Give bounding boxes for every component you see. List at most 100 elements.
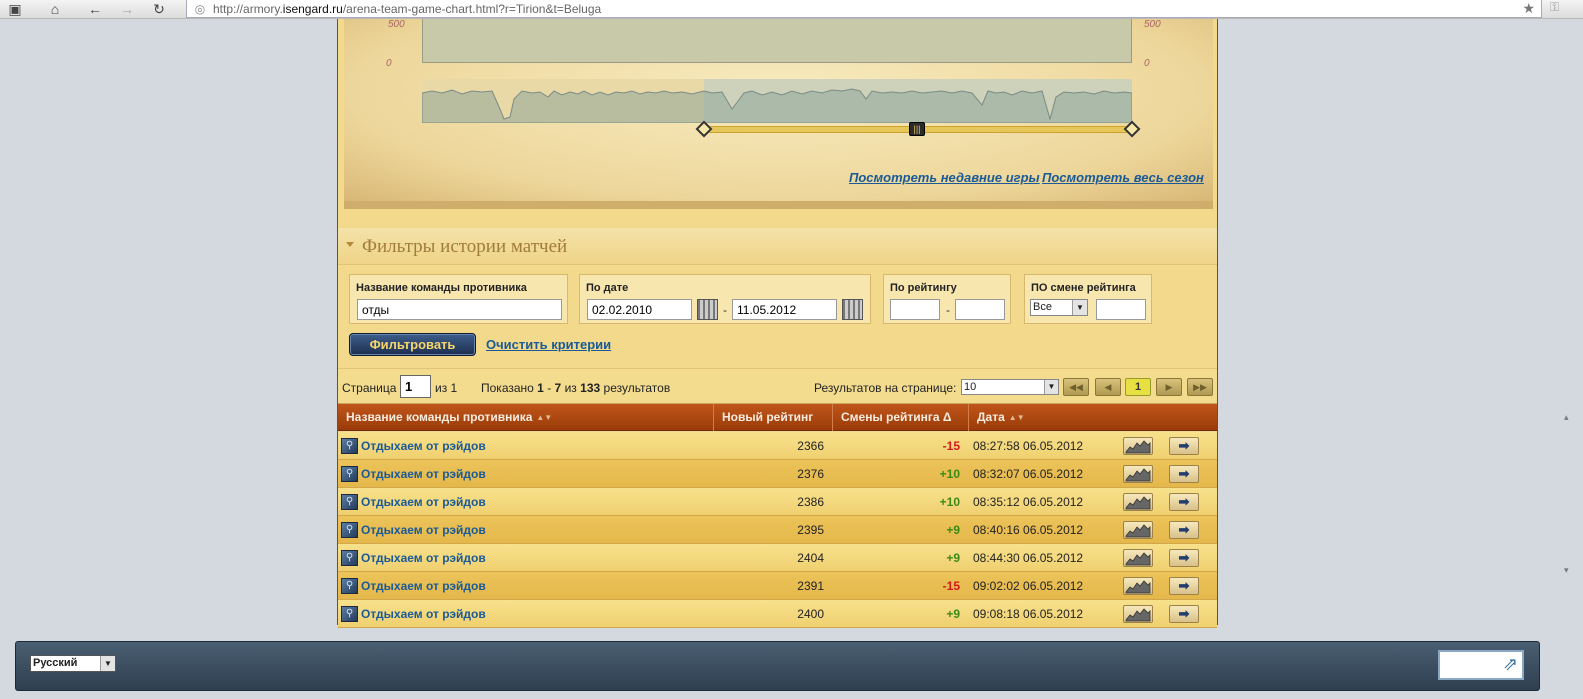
rating-filter-label: По рейтингу	[890, 282, 957, 294]
back-arrow-icon[interactable]: ←	[82, 0, 108, 18]
footer-expand-button[interactable]: ⇗	[1438, 650, 1524, 680]
page-number-input[interactable]	[400, 375, 431, 398]
range-slider-grip-icon[interactable]: |||	[909, 122, 925, 136]
arrow-right-icon[interactable]: ➡	[1169, 493, 1199, 511]
star-icon[interactable]: ★	[1522, 0, 1535, 17]
scroll-up-icon[interactable]: ▴	[1564, 412, 1569, 423]
calendar-from-icon[interactable]	[697, 299, 718, 320]
current-page-button[interactable]: 1	[1125, 378, 1151, 396]
y-tick-top-left: 500	[388, 19, 405, 30]
team-search-icon[interactable]: ⚲	[341, 466, 358, 482]
range-slider-right-handle[interactable]	[1123, 120, 1141, 138]
prev-page-button[interactable]: ◀	[1095, 378, 1121, 396]
forward-arrow-icon[interactable]: →	[114, 0, 140, 18]
key-icon: ⚿	[1550, 0, 1560, 14]
match-date-value: 08:35:12 06.05.2012	[973, 495, 1084, 509]
rating-change-select[interactable]: Все ▼	[1030, 299, 1088, 316]
rating-to-input[interactable]	[955, 299, 1005, 320]
page-label: Страница	[342, 381, 397, 395]
arrow-right-icon[interactable]: ➡	[1169, 577, 1199, 595]
home-icon[interactable]: ⌂	[42, 0, 68, 18]
chevron-down-icon: ▼	[100, 656, 115, 671]
page-of-label: из 1	[435, 381, 458, 395]
scroll-down-icon[interactable]: ▾	[1564, 565, 1569, 576]
sidebar-toggle-icon[interactable]: ▣	[2, 0, 28, 18]
globe-icon: ◎	[194, 1, 206, 16]
y-tick-top-right: 500	[1144, 19, 1161, 30]
team-search-icon[interactable]: ⚲	[341, 522, 358, 538]
column-header-new-rating[interactable]: Новый рейтинг▲▼	[714, 404, 833, 448]
opponent-team-link[interactable]: Отдыхаем от рэйдов	[361, 495, 486, 509]
rating-from-input[interactable]	[890, 299, 940, 320]
opponent-team-link[interactable]: Отдыхаем от рэйдов	[361, 523, 486, 537]
chart-icon[interactable]	[1123, 549, 1153, 567]
filters-title: Фильтры истории матчей	[362, 236, 568, 257]
rating-change-value: +10	[939, 495, 960, 509]
team-search-icon[interactable]: ⚲	[341, 606, 358, 622]
reload-icon[interactable]: ↻	[146, 0, 172, 18]
arrow-right-icon[interactable]: ➡	[1169, 605, 1199, 623]
team-search-icon[interactable]: ⚲	[341, 438, 358, 454]
chart-icon[interactable]	[1123, 437, 1153, 455]
date-range-dash: -	[723, 303, 727, 317]
table-row: ⚲ Отдыхаем от рэйдов 2404 +9 08:44:30 06.05.…	[338, 544, 1217, 572]
arrow-right-icon[interactable]: ➡	[1169, 521, 1199, 539]
rating-change-value: -15	[942, 439, 960, 453]
chart-icon[interactable]	[1123, 605, 1153, 623]
calendar-to-icon[interactable]	[842, 299, 863, 320]
opponent-team-link[interactable]: Отдыхаем от рэйдов	[361, 607, 486, 621]
language-value: Русский	[33, 657, 78, 669]
filters-header[interactable]: Фильтры истории матчей	[338, 228, 1217, 265]
per-page-select[interactable]: 10 ▼	[961, 379, 1059, 395]
chevron-down-icon: ▼	[1072, 300, 1087, 315]
match-history-panel: 500 500 0 0 ||| Посмотреть недавние игры…	[337, 19, 1218, 628]
rating-chart: 500 500 0 0 ||| Посмотреть недавние игры…	[344, 19, 1213, 209]
match-date-value: 09:02:02 06.05.2012	[973, 579, 1084, 593]
rating-change-value: +10	[939, 467, 960, 481]
rating-change-filter-label: ПО смене рейтинга	[1031, 282, 1136, 294]
column-header-date[interactable]: Дата ▲▼	[969, 404, 1217, 431]
view-whole-season-link[interactable]: Посмотреть весь сезон	[1042, 170, 1204, 185]
rating-change-input[interactable]	[1096, 299, 1146, 320]
arrow-right-icon[interactable]: ➡	[1169, 465, 1199, 483]
arrow-right-icon[interactable]: ➡	[1169, 437, 1199, 455]
column-header-rating-change[interactable]: Смены рейтинга Δ▲▼	[833, 404, 969, 448]
date-from-input[interactable]	[587, 299, 692, 320]
opponent-name-input[interactable]	[357, 299, 562, 320]
chart-icon[interactable]	[1123, 465, 1153, 483]
view-recent-games-link[interactable]: Посмотреть недавние игры	[849, 170, 1040, 185]
team-search-icon[interactable]: ⚲	[341, 494, 358, 510]
address-bar[interactable]: ◎ http://armory.isengard.ru/arena-team-g…	[186, 0, 1542, 18]
date-to-input[interactable]	[732, 299, 837, 320]
chart-icon[interactable]	[1123, 493, 1153, 511]
opponent-filter-label: Название команды противника	[356, 282, 527, 294]
opponent-team-link[interactable]: Отдыхаем от рэйдов	[361, 467, 486, 481]
last-page-button[interactable]: ▶▶	[1187, 378, 1213, 396]
range-slider-left-handle[interactable]	[695, 120, 713, 138]
arrow-right-icon[interactable]: ➡	[1169, 549, 1199, 567]
rating-change-value: +9	[946, 607, 960, 621]
filter-button[interactable]: Фильтровать	[349, 333, 476, 356]
rating-filter: По рейтингу -	[883, 274, 1011, 324]
date-filter-label: По дате	[586, 282, 629, 294]
next-page-button[interactable]: ▶	[1156, 378, 1182, 396]
new-rating-value: 2366	[797, 439, 824, 453]
new-rating-value: 2400	[797, 607, 824, 621]
browser-toolbar: ▣ ⌂ ← → ↻ ◎ http://armory.isengard.ru/ar…	[0, 0, 1583, 19]
rating-change-select-value: Все	[1033, 301, 1052, 313]
column-header-opponent[interactable]: Название команды противника ▲▼	[338, 404, 714, 431]
chart-icon[interactable]	[1123, 577, 1153, 595]
new-rating-value: 2386	[797, 495, 824, 509]
chart-icon[interactable]	[1123, 521, 1153, 539]
first-page-button[interactable]: ◀◀	[1063, 378, 1089, 396]
team-search-icon[interactable]: ⚲	[341, 550, 358, 566]
language-select[interactable]: Русский ▼	[30, 655, 116, 672]
chart-overview[interactable]	[422, 79, 1132, 123]
clear-criteria-link[interactable]: Очистить критерии	[486, 337, 611, 352]
opponent-team-link[interactable]: Отдыхаем от рэйдов	[361, 551, 486, 565]
team-search-icon[interactable]: ⚲	[341, 578, 358, 594]
opponent-team-link[interactable]: Отдыхаем от рэйдов	[361, 439, 486, 453]
match-date-value: 08:44:30 06.05.2012	[973, 551, 1084, 565]
collapse-arrow-icon[interactable]	[346, 242, 354, 247]
opponent-team-link[interactable]: Отдыхаем от рэйдов	[361, 579, 486, 593]
